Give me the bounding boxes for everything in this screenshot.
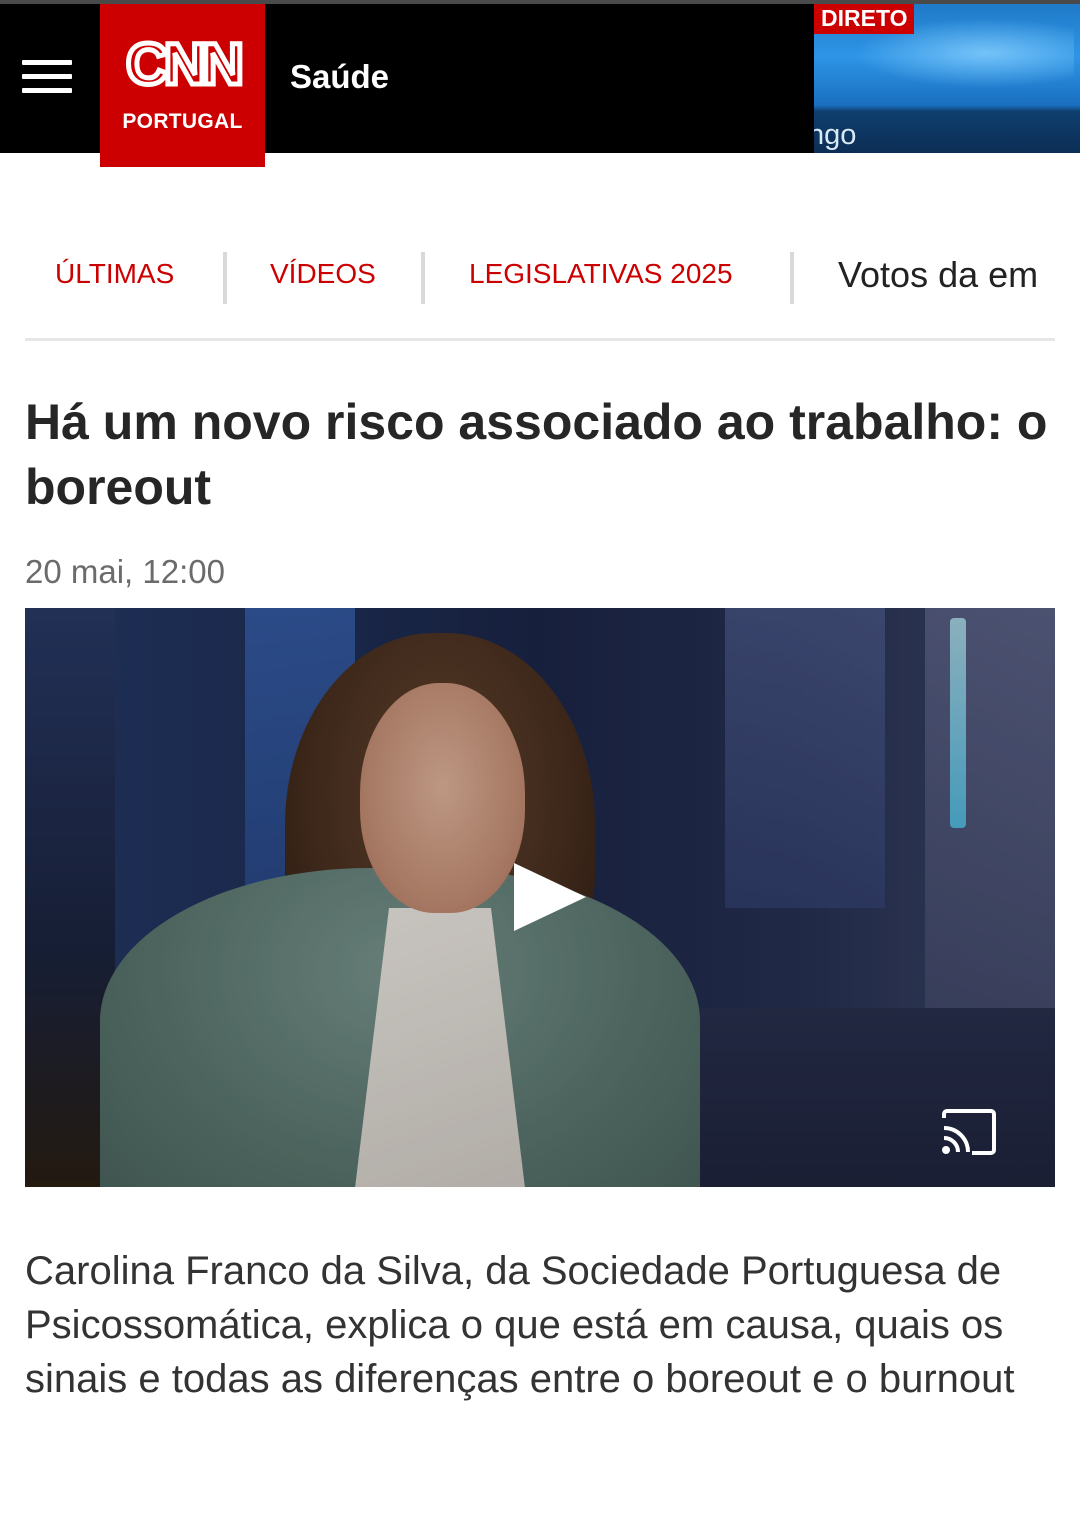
nav-divider <box>25 338 1055 341</box>
menu-line <box>22 60 72 65</box>
live-stream-preview[interactable]: DIRETO ngo <box>814 4 1080 153</box>
nav-item-legislativas[interactable]: LEGISLATIVAS 2025 <box>469 258 733 290</box>
nav-item-votos[interactable]: Votos da em <box>838 254 1038 296</box>
nav-separator <box>790 252 794 304</box>
nav-separator <box>223 252 227 304</box>
cnn-logo-mark: CNN <box>100 30 265 100</box>
play-icon[interactable] <box>512 861 588 933</box>
nav-item-ultimas[interactable]: ÚLTIMAS <box>55 258 174 290</box>
menu-line <box>22 88 72 93</box>
cnn-portugal-logo[interactable]: CNN PORTUGAL <box>100 4 265 167</box>
video-player[interactable] <box>25 608 1055 1187</box>
top-bar: CNN PORTUGAL Saúde DIRETO ngo <box>0 0 1080 167</box>
section-title[interactable]: Saúde <box>290 58 389 96</box>
article-headline: Há um novo risco associado ao trabalho: … <box>25 394 1048 515</box>
section-nav: ÚLTIMAS VÍDEOS LEGISLATIVAS 2025 Votos d… <box>0 246 1080 306</box>
menu-line <box>22 74 72 79</box>
live-caption: ngo <box>814 119 857 151</box>
nav-separator <box>421 252 425 304</box>
nav-item-videos[interactable]: VÍDEOS <box>270 258 376 290</box>
article-lede: Carolina Franco da Silva, da Sociedade P… <box>25 1249 1015 1401</box>
logo-portugal-label: PORTUGAL <box>122 110 243 133</box>
cnn-logo-text: CNN <box>126 38 240 94</box>
article-timestamp: 20 mai, 12:00 <box>25 553 225 590</box>
cast-icon[interactable] <box>940 1108 998 1156</box>
hamburger-menu-icon[interactable] <box>22 58 74 96</box>
live-badge: DIRETO <box>814 4 915 34</box>
